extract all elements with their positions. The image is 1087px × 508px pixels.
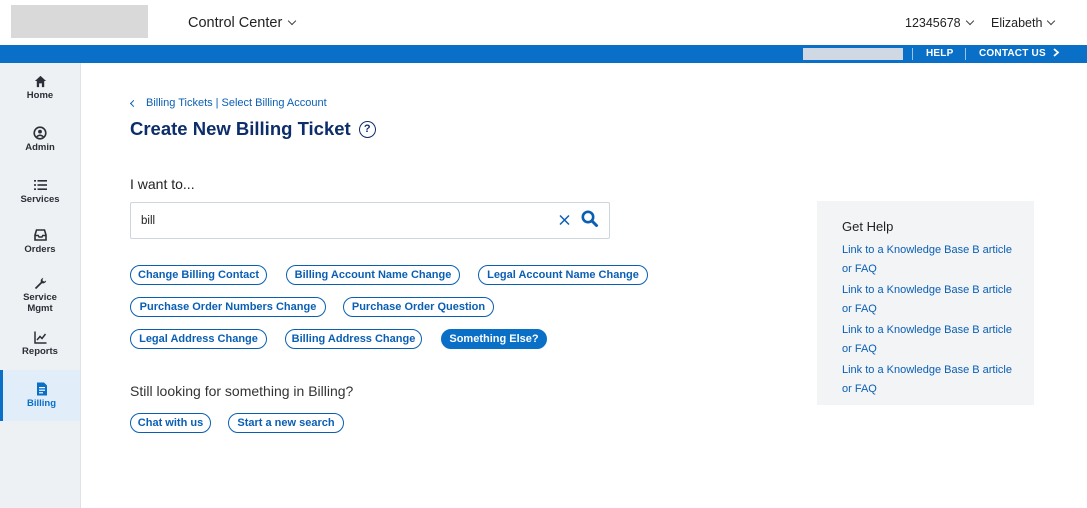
breadcrumb-billing-tickets[interactable]: Billing Tickets	[146, 97, 213, 109]
get-help-title: Get Help	[842, 219, 894, 234]
breadcrumb-separator: |	[215, 97, 219, 109]
start-new-search-button[interactable]: Start a new search	[228, 413, 344, 433]
top-header: Control Center 12345678 Elizabeth	[0, 0, 1087, 45]
list-icon	[32, 177, 48, 193]
chart-icon	[32, 329, 48, 345]
sidebar-item-billing[interactable]: Billing	[0, 370, 80, 421]
breadcrumb: Billing Tickets | Select Billing Account	[129, 97, 327, 109]
suggestion-chip[interactable]: Purchase Order Numbers Change	[130, 297, 326, 317]
home-icon	[32, 73, 48, 89]
suggestion-chip[interactable]: Billing Address Change	[285, 329, 422, 349]
suggestion-chip[interactable]: Change Billing Contact	[130, 265, 267, 285]
knowledge-base-link[interactable]: Link to a Knowledge Base B article or FA…	[842, 361, 1017, 399]
user-circle-icon	[32, 125, 48, 141]
knowledge-base-link[interactable]: Link to a Knowledge Base B article or FA…	[842, 281, 1017, 319]
search-box	[130, 202, 610, 239]
chevron-down-icon	[1047, 16, 1056, 26]
inbox-icon	[32, 227, 48, 243]
knowledge-base-link[interactable]: Link to a Knowledge Base B article or FA…	[842, 241, 1017, 279]
sidebar-item-label: Home	[26, 90, 54, 101]
sidebar-item-label: Reports	[22, 346, 58, 357]
page-title-text: Create New Billing Ticket	[130, 118, 351, 139]
suggestion-chip[interactable]: Purchase Order Question	[343, 297, 494, 317]
user-name: Elizabeth	[991, 16, 1043, 30]
divider	[912, 48, 913, 60]
help-link[interactable]: HELP	[926, 48, 953, 60]
billing-doc-icon	[34, 381, 50, 397]
chevron-right-icon	[1053, 48, 1060, 57]
sidebar-item-admin[interactable]: Admin	[0, 125, 80, 165]
contact-us-link[interactable]: CONTACT US	[979, 48, 1060, 60]
contact-us-label: CONTACT US	[979, 48, 1046, 59]
chevron-down-icon	[288, 16, 297, 26]
search-button[interactable]	[580, 209, 600, 229]
account-number: 12345678	[905, 16, 961, 30]
still-looking-text: Still looking for something in Billing?	[130, 383, 354, 399]
sidebar-item-reports[interactable]: Reports	[0, 329, 80, 369]
utility-bar: HELP CONTACT US	[0, 45, 1087, 63]
chevron-left-icon[interactable]	[129, 99, 138, 107]
search-prompt: I want to...	[130, 176, 195, 192]
help-icon[interactable]: ?	[358, 120, 376, 138]
close-icon	[559, 214, 570, 226]
suggestion-chip[interactable]: Legal Account Name Change	[478, 265, 648, 285]
app-switcher-dropdown[interactable]: Control Center	[188, 15, 297, 31]
utility-placeholder	[803, 48, 903, 60]
search-icon	[581, 210, 598, 227]
sidebar-item-label: Admin	[25, 142, 55, 153]
app-switcher-label: Control Center	[188, 15, 283, 31]
something-else-chip[interactable]: Something Else?	[441, 329, 547, 349]
user-menu-dropdown[interactable]: Elizabeth	[991, 16, 1056, 30]
divider	[965, 48, 966, 60]
sidebar-item-label: Services	[20, 194, 60, 205]
sidebar-item-label: Billing	[26, 398, 57, 409]
account-dropdown[interactable]: 12345678	[905, 16, 974, 30]
get-help-panel: Get Help Link to a Knowledge Base B arti…	[817, 201, 1034, 405]
chat-with-us-button[interactable]: Chat with us	[130, 413, 211, 433]
sidebar-item-label: Service Mgmt	[23, 292, 57, 314]
logo-placeholder	[11, 5, 148, 38]
breadcrumb-select-billing-account[interactable]: Select Billing Account	[222, 97, 327, 109]
suggestion-chip[interactable]: Legal Address Change	[130, 329, 267, 349]
clear-search-button[interactable]	[556, 210, 574, 230]
sidebar-item-orders[interactable]: Orders	[0, 227, 80, 267]
suggestion-chip[interactable]: Billing Account Name Change	[286, 265, 460, 285]
page-title: Create New Billing Ticket ?	[130, 118, 376, 140]
sidebar-item-service-mgmt[interactable]: Service Mgmt	[0, 275, 80, 327]
sidebar-item-home[interactable]: Home	[0, 73, 80, 113]
knowledge-base-link[interactable]: Link to a Knowledge Base B article or FA…	[842, 321, 1017, 359]
sidebar-nav: Home Admin Services Orders Service Mgmt …	[0, 63, 81, 508]
wrench-icon	[32, 275, 48, 291]
search-input[interactable]	[141, 212, 541, 230]
chevron-down-icon	[965, 16, 974, 26]
sidebar-item-label: Orders	[24, 244, 56, 255]
sidebar-item-services[interactable]: Services	[0, 177, 80, 217]
